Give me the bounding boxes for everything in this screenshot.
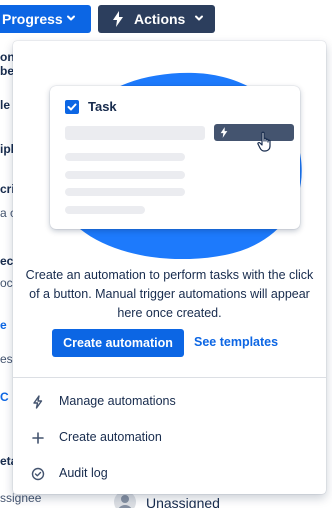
progress-label: Progress xyxy=(2,11,63,27)
placeholder-bar xyxy=(65,171,185,179)
bg-link-fragment[interactable]: C xyxy=(0,390,9,404)
actions-label: Actions xyxy=(134,11,186,27)
bg-link-fragment[interactable]: e xyxy=(0,318,7,332)
bolt-icon xyxy=(113,11,123,27)
check-circle-icon xyxy=(31,467,45,481)
placeholder-bar xyxy=(65,153,185,161)
chevron-down-icon xyxy=(195,15,203,21)
menu-item-audit-log[interactable]: Audit log xyxy=(13,457,326,491)
menu-item-label: Create automation xyxy=(59,430,162,444)
page: on be le s iple cri a c ec ocl e es C et… xyxy=(0,0,332,508)
bg-field-fragment: ec xyxy=(0,254,14,268)
bg-field-fragment: es xyxy=(0,352,13,366)
placeholder-bar xyxy=(65,126,205,140)
actions-dropdown: Task Create an automation to perform tas… xyxy=(13,41,326,494)
card-title: Task xyxy=(88,99,117,114)
bolt-icon xyxy=(220,127,228,138)
placeholder-bar xyxy=(65,206,145,214)
assignee-value[interactable]: Unassigned xyxy=(146,495,220,508)
mini-action-button xyxy=(214,124,294,141)
menu-item-manage-automations[interactable]: Manage automations xyxy=(13,385,326,419)
empty-state-description: Create an automation to perform tasks wi… xyxy=(25,268,314,320)
bolt-icon xyxy=(33,395,43,409)
plus-icon xyxy=(32,432,44,444)
placeholder-bar xyxy=(65,188,185,196)
task-card-illustration: Task xyxy=(50,86,300,229)
divider xyxy=(13,377,326,378)
actions-button[interactable]: Actions xyxy=(98,5,215,33)
menu-item-label: Audit log xyxy=(59,466,108,480)
chevron-down-icon xyxy=(67,15,75,21)
checkbox-icon xyxy=(65,100,79,114)
menu-item-label: Manage automations xyxy=(59,394,176,408)
progress-status-button[interactable]: Progress xyxy=(0,5,91,33)
menu-item-create-automation[interactable]: Create automation xyxy=(13,421,326,455)
bg-field-fragment: be xyxy=(0,64,15,78)
hand-cursor-icon xyxy=(257,131,271,152)
create-automation-button[interactable]: Create automation xyxy=(52,329,184,357)
see-templates-link[interactable]: See templates xyxy=(194,335,278,349)
